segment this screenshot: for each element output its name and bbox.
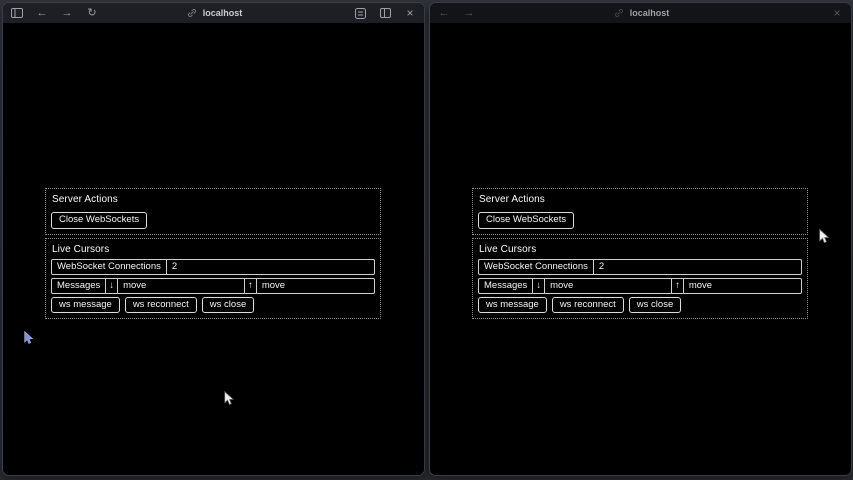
back-icon[interactable]: ← — [35, 6, 49, 20]
close-icon[interactable]: × — [403, 6, 417, 20]
ws-close-button[interactable]: ws close — [629, 297, 681, 314]
connections-value: 2 — [594, 260, 801, 274]
ws-reconnect-button[interactable]: ws reconnect — [552, 297, 624, 314]
arrow-down-icon: ↓ — [106, 279, 118, 293]
forward-icon[interactable]: → — [60, 6, 74, 20]
connections-label: WebSocket Connections — [52, 260, 167, 274]
close-websockets-button[interactable]: Close WebSockets — [51, 212, 147, 229]
ws-close-button[interactable]: ws close — [202, 297, 254, 314]
page-title: localhost — [630, 8, 670, 18]
connections-label: WebSocket Connections — [479, 260, 594, 274]
incoming-message-value: move — [545, 279, 672, 293]
messages-row: Messages ↓ move ↑ move — [478, 278, 802, 294]
live-cursors-label: Live Cursors — [52, 244, 375, 255]
ws-message-button[interactable]: ws message — [478, 297, 547, 314]
page-content: Server Actions Close WebSockets Live Cur… — [430, 23, 851, 476]
titlebar-left-controls: ← → ↻ — [10, 6, 99, 20]
arrow-up-icon: ↑ — [245, 279, 257, 293]
ws-reconnect-button[interactable]: ws reconnect — [125, 297, 197, 314]
ws-buttons-row: ws message ws reconnect ws close — [478, 297, 802, 314]
page-content: Server Actions Close WebSockets Live Cur… — [3, 23, 424, 476]
browser-window-right: ← → localhost × Server Actions Close Web… — [429, 2, 852, 476]
titlebar-right-controls: × — [353, 6, 417, 20]
tab-overview-icon[interactable] — [378, 6, 392, 20]
titlebar-right-controls: × — [830, 6, 844, 20]
link-icon — [612, 6, 626, 20]
address-title[interactable]: localhost — [430, 3, 851, 23]
server-actions-section: Server Actions Close WebSockets — [45, 188, 381, 235]
live-cursors-label: Live Cursors — [479, 244, 802, 255]
close-icon[interactable]: × — [830, 6, 844, 20]
incoming-message-value: move — [118, 279, 245, 293]
messages-label: Messages — [52, 279, 106, 293]
server-actions-label: Server Actions — [479, 194, 802, 205]
arrow-down-icon: ↓ — [533, 279, 545, 293]
forward-icon[interactable]: → — [462, 6, 476, 20]
titlebar-left-controls: ← → — [437, 6, 476, 20]
browser-window-left: ← → ↻ localhost × Server Actions Close W… — [2, 2, 425, 476]
reader-mode-icon[interactable] — [353, 6, 367, 20]
outgoing-message-value: move — [257, 279, 374, 293]
titlebar[interactable]: ← → localhost × — [430, 3, 851, 23]
websocket-connections-row: WebSocket Connections 2 — [51, 259, 375, 275]
server-actions-section: Server Actions Close WebSockets — [472, 188, 808, 235]
live-cursors-section: Live Cursors WebSocket Connections 2 Mes… — [472, 238, 808, 320]
titlebar[interactable]: ← → ↻ localhost × — [3, 3, 424, 23]
connections-value: 2 — [167, 260, 374, 274]
messages-label: Messages — [479, 279, 533, 293]
server-actions-label: Server Actions — [52, 194, 375, 205]
outgoing-message-value: move — [684, 279, 801, 293]
arrow-up-icon: ↑ — [672, 279, 684, 293]
sidebar-toggle-icon[interactable] — [10, 6, 24, 20]
live-cursors-section: Live Cursors WebSocket Connections 2 Mes… — [45, 238, 381, 320]
back-icon[interactable]: ← — [437, 6, 451, 20]
ws-message-button[interactable]: ws message — [51, 297, 120, 314]
close-websockets-button[interactable]: Close WebSockets — [478, 212, 574, 229]
websocket-connections-row: WebSocket Connections 2 — [478, 259, 802, 275]
page-title: localhost — [203, 8, 243, 18]
messages-row: Messages ↓ move ↑ move — [51, 278, 375, 294]
ws-buttons-row: ws message ws reconnect ws close — [51, 297, 375, 314]
link-icon — [185, 6, 199, 20]
reload-icon[interactable]: ↻ — [85, 6, 99, 20]
